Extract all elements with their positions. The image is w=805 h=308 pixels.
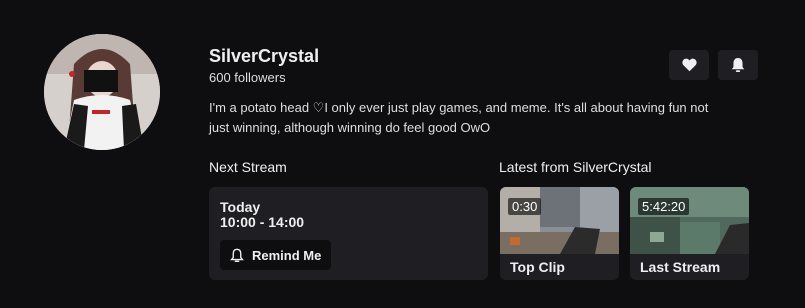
channel-avatar[interactable]	[44, 34, 160, 150]
follower-count: 600 followers	[209, 70, 286, 85]
last-stream-card[interactable]: 5:42:20 Last Stream	[630, 187, 749, 280]
heart-icon	[681, 58, 697, 72]
remind-me-button[interactable]: Remind Me	[220, 240, 332, 270]
bell-icon	[230, 248, 244, 262]
channel-bio: I'm a potato head ♡I only ever just play…	[209, 100, 709, 135]
video-duration: 0:30	[508, 198, 542, 215]
stream-time: 10:00 - 14:00	[220, 214, 305, 230]
channel-name[interactable]: SilverCrystal	[209, 46, 319, 67]
next-stream-heading: Next Stream	[209, 159, 287, 175]
video-duration: 5:42:20	[638, 198, 690, 215]
follow-button[interactable]	[669, 50, 709, 80]
next-stream-card: Today 10:00 - 14:00 Remind Me	[209, 187, 488, 280]
remind-me-label: Remind Me	[252, 247, 322, 263]
avatar-image	[44, 34, 160, 150]
stream-day: Today	[220, 199, 261, 215]
video-title: Last Stream	[640, 259, 721, 275]
video-title: Top Clip	[510, 259, 565, 275]
bell-icon	[731, 58, 745, 72]
notification-button[interactable]	[718, 50, 758, 80]
top-clip-card[interactable]: 0:30 Top Clip	[500, 187, 619, 280]
latest-videos-heading: Latest from SilverCrystal	[499, 159, 652, 175]
